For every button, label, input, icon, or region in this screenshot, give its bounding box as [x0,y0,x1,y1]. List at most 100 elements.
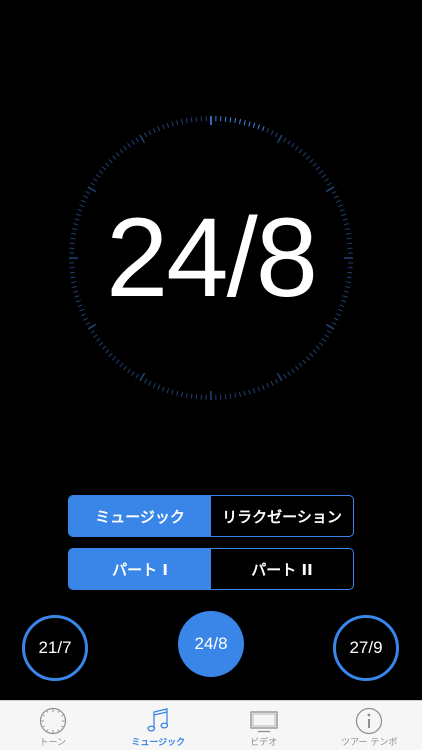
mode-toggle: ミュージック リラクゼーション [68,495,354,537]
dial-tick [176,390,179,396]
dial-tick [305,155,311,160]
dial-tick [287,139,291,145]
dial-tick [157,384,161,390]
dial-tick [276,134,283,144]
dial-tick [143,132,148,138]
tv-icon [250,711,278,733]
dial-tick [166,122,170,128]
next-date-button[interactable]: 27/9 [333,615,399,681]
dial-tick [95,338,101,342]
dial-tick [270,380,274,386]
current-date-button[interactable]: 24/8 [178,611,244,677]
tab-tone[interactable]: トーン [0,701,106,750]
dial-tick [243,390,246,396]
dial-tick [87,186,97,193]
dial-tick [85,190,91,195]
dial-tick [283,137,287,143]
dial-tick [261,384,265,390]
dial-tick [270,130,274,136]
dial-tick-active [252,122,256,128]
dial-tick [108,352,113,358]
tab-music[interactable]: ミュージック [106,701,212,750]
dial-tick [85,321,91,326]
dial-tick [119,148,124,154]
dial-tick [119,362,124,368]
mode-relaxation-button[interactable]: リラクゼーション [211,496,353,536]
dial-tick [315,345,321,350]
dial-tick [276,372,283,382]
dial-tick [238,391,242,398]
tab-music-label: ミュージック [131,738,186,748]
dial-tick [287,371,291,377]
dial-tick-active [261,126,265,132]
dial-tick [318,341,324,346]
dial-tick [305,356,311,361]
dial-tick [180,391,184,398]
dial-tick-active [234,118,237,124]
dial-tick [105,162,110,167]
info-icon [356,707,383,735]
dial-tick [325,323,335,330]
tab-tour-tempo[interactable]: ツアー テンポ [317,701,422,750]
dial-tick [248,389,251,395]
dial-tick [309,352,314,358]
dial-tick [257,386,261,392]
dial-tick [302,359,307,364]
dial-tick [161,124,165,130]
dial-tick [291,142,295,148]
dial-tick [161,386,165,392]
dial-tick [135,137,139,143]
dial-tick [185,118,188,124]
dial-tick-active [257,124,261,130]
dial-tick [333,317,339,321]
dial-tick-active [229,117,232,123]
music-note-icon [147,708,169,732]
dial-tick [131,371,135,377]
tab-bar: トーン ミュージック ビデオ ツアー テンポ [0,700,422,750]
dial-tick [83,317,89,321]
previous-date-button[interactable]: 21/7 [22,615,88,681]
dial-tick [105,349,110,354]
dial-tick [190,393,193,399]
dial-tick [312,349,317,354]
part-toggle: パート I パート II [68,548,354,590]
dial-tick [294,365,299,371]
dial-tick [101,166,107,171]
dial-tick [195,116,198,122]
current-date-display: 24/8 [106,195,318,320]
tab-tone-label: トーン [39,738,67,748]
dial-tick [90,330,96,334]
tab-tour-tempo-label: ツアー テンポ [341,738,398,748]
dial-tick [294,145,299,151]
dial-tick [95,174,101,178]
part-1-button[interactable]: パート I [69,549,211,589]
dial-tick [234,392,237,398]
dial-tick [115,359,120,364]
dial-tick [309,159,314,164]
part-2-button[interactable]: パート II [211,549,353,589]
tab-video-label: ビデオ [250,738,278,748]
dial-tick [315,166,321,171]
mode-music-button[interactable]: ミュージック [69,496,211,536]
dial-tick [229,393,232,399]
dial-tick [131,139,135,145]
dial-tick [324,178,330,182]
dial-tick [152,128,156,134]
dial-tick [331,190,337,195]
dial-tick [326,330,332,334]
dial-tick [148,130,152,136]
dial-tick [274,378,279,384]
dial-tick [115,152,120,157]
dial-tick [90,182,96,186]
tab-video[interactable]: ビデオ [211,701,317,750]
dial-tick [331,321,337,326]
dial-tick-active [224,116,227,122]
clock-icon [39,707,66,735]
dial-tick [148,380,152,386]
dial-tick [274,132,279,138]
dial-tick [166,388,170,394]
dial-tick [157,126,161,132]
dial-tick [298,362,303,368]
dial-tick [98,341,104,346]
dial-tick [139,372,146,382]
